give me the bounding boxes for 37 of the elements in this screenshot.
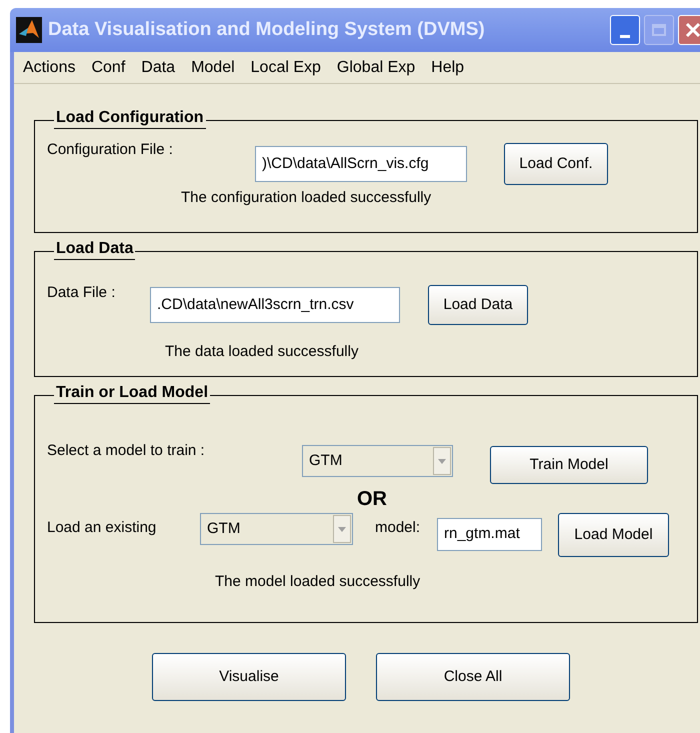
or-label: OR (357, 487, 388, 511)
menu-item[interactable]: Model (186, 56, 240, 80)
panel-title: Train or Load Model (54, 383, 210, 404)
load-conf-button[interactable]: Load Conf. (504, 143, 608, 185)
model-file-field[interactable]: rn_gtm.mat (437, 518, 542, 551)
file-path-field[interactable]: )\CD\data\AllScrn_vis.cfg (255, 146, 467, 182)
menu-item[interactable]: Help (426, 56, 470, 80)
load-model-button[interactable]: Load Model (558, 513, 669, 557)
caret-icon (433, 447, 451, 475)
action-button[interactable]: Visualise (152, 653, 346, 701)
panel-title: Load Data (54, 239, 136, 260)
field-label: model: (375, 518, 422, 538)
train-model-button[interactable]: Train Model (490, 446, 648, 484)
close-icon (685, 22, 700, 38)
dropdown[interactable]: GTM (200, 513, 353, 545)
field-label: Load an existing (47, 518, 158, 538)
field-label: Data File : (47, 283, 116, 303)
dropdown[interactable]: GTM (302, 445, 453, 477)
action-button[interactable]: Close All (376, 653, 570, 701)
menu-item[interactable]: Global Exp (332, 56, 420, 80)
menu-item[interactable]: Actions (18, 56, 80, 80)
menu-item[interactable]: Local Exp (246, 56, 326, 80)
menu-item[interactable]: Data (136, 56, 180, 80)
minimize-button[interactable] (610, 15, 640, 45)
status-message: The configuration loaded successfully (181, 188, 432, 208)
window-title: Data Visualisation and Modeling System (DVMS) (48, 18, 485, 42)
field-label: Select a model to train : (47, 441, 206, 461)
menu-item[interactable]: Conf (86, 56, 130, 80)
status-message: The data loaded successfully (165, 342, 360, 362)
logo-icon (16, 17, 42, 43)
field-label: Configuration File : (47, 140, 174, 160)
caret-icon (333, 515, 351, 543)
panel-title: Load Configuration (54, 108, 206, 129)
file-path-field[interactable]: .CD\data\newAll3scrn_trn.csv (150, 287, 400, 323)
status-message: The model loaded successfully (215, 572, 422, 592)
load-data-button[interactable]: Load Data (428, 285, 528, 325)
close-button[interactable] (678, 15, 700, 45)
